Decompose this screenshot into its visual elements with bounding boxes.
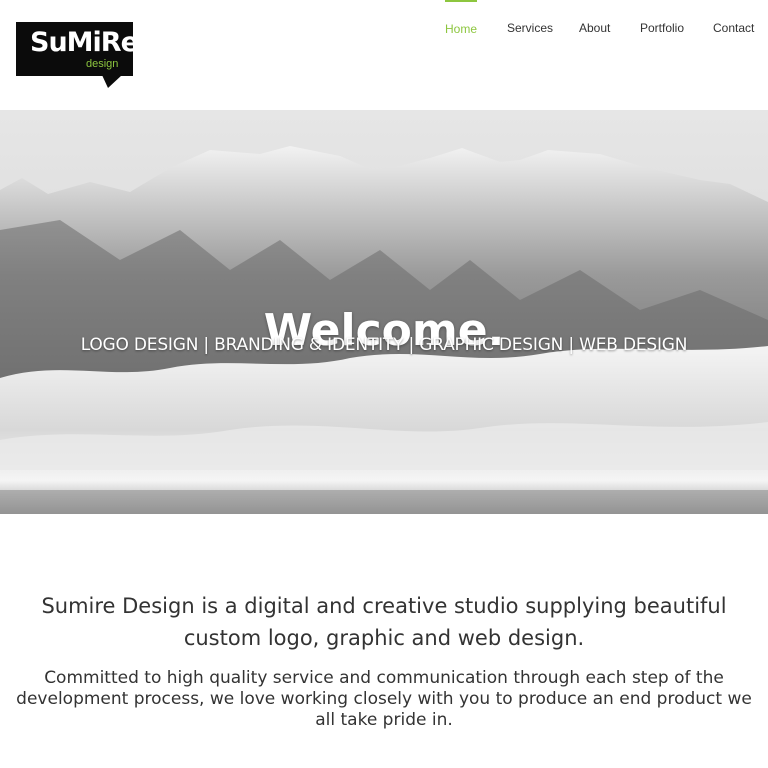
hero-subtitle: LOGO DESIGN | BRANDING & IDENTITY | GRAP… (80, 335, 688, 355)
nav-item-home[interactable]: Home (445, 0, 478, 59)
logo-tagline: design (86, 58, 119, 70)
nav-item-about[interactable]: About (579, 0, 610, 57)
hero-banner: Welcome. LOGO DESIGN | BRANDING & IDENTI… (0, 110, 768, 514)
nav-item-contact[interactable]: Contact (713, 0, 754, 57)
site-logo[interactable]: SuMiRe design (16, 22, 139, 88)
nav-item-portfolio[interactable]: Portfolio (640, 0, 684, 57)
intro-body: Committed to high quality service and co… (16, 668, 752, 730)
nav-item-services[interactable]: Services (507, 0, 553, 57)
page: SuMiRe design Home Services About Portfo… (0, 0, 768, 768)
logo-wordmark: SuMiRe (30, 27, 139, 58)
intro-headline: Sumire Design is a digital and creative … (41, 594, 727, 650)
site-header: SuMiRe design Home Services About Portfo… (0, 0, 768, 110)
speech-bubble-tail (102, 75, 122, 88)
